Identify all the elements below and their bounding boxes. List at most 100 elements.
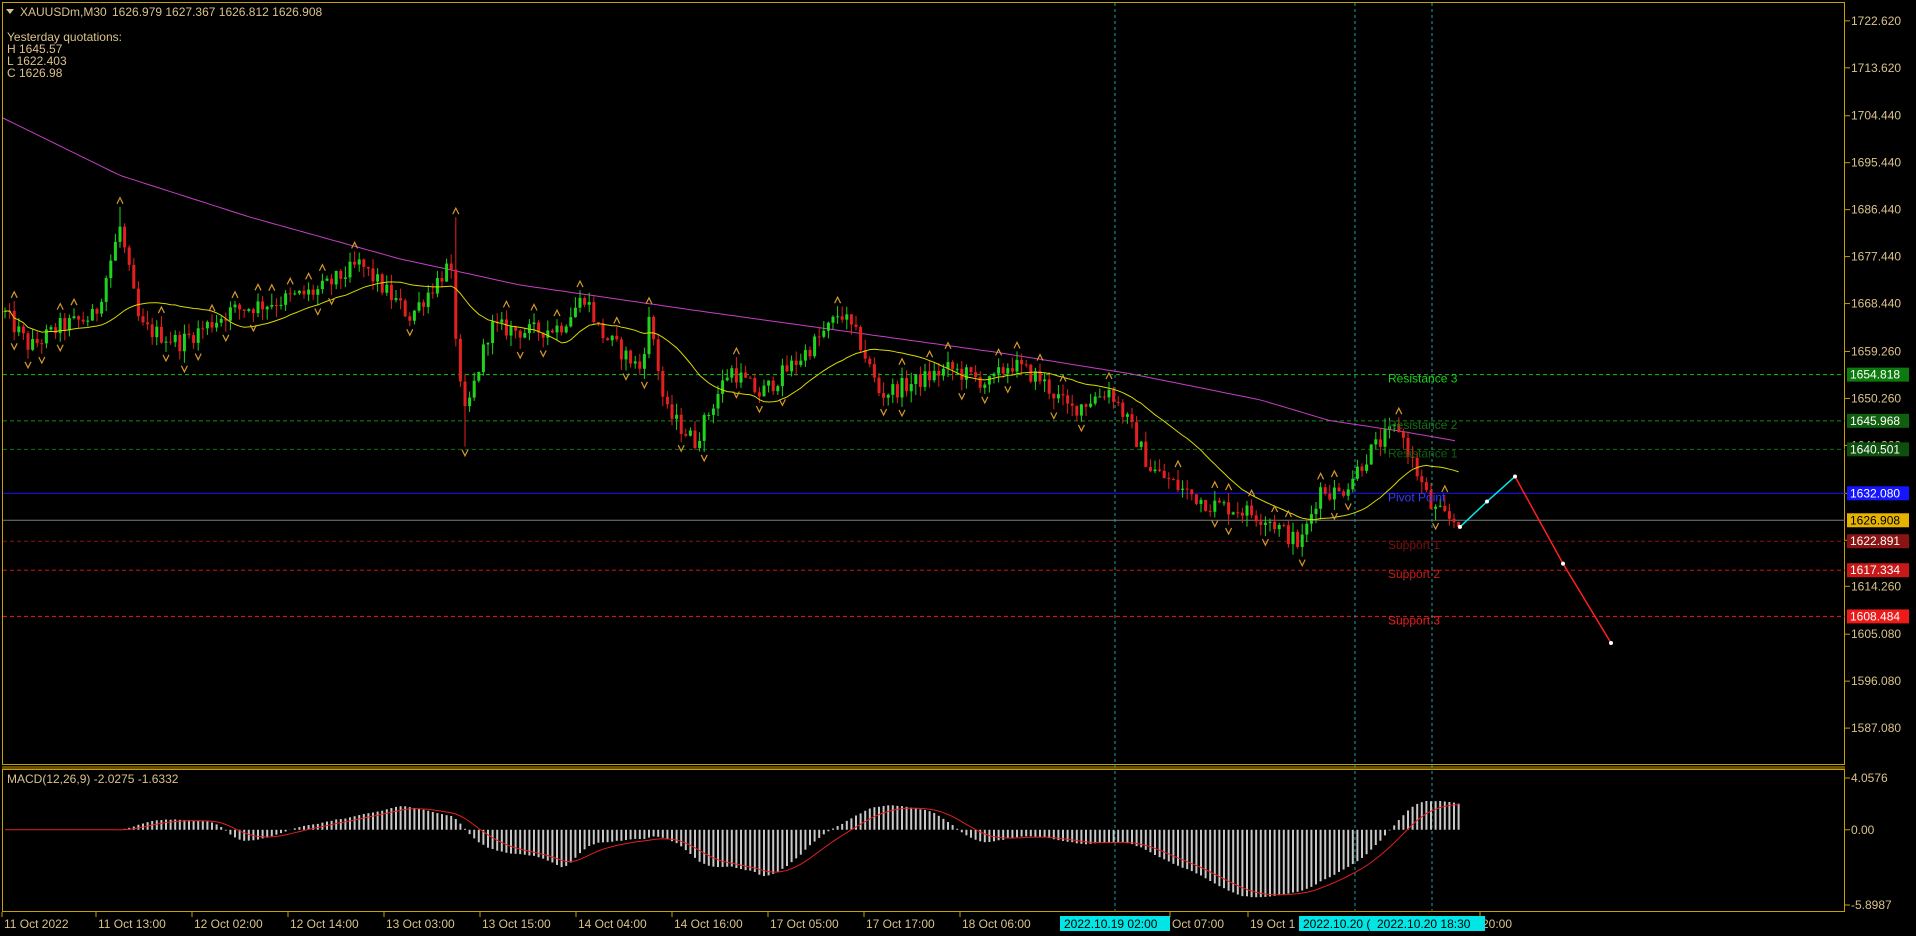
candle-body (560, 325, 564, 333)
candle-body (1167, 478, 1171, 480)
price-tick-label: 1587.080 (1851, 721, 1901, 735)
candle-body (1153, 469, 1157, 472)
candle-body (596, 322, 600, 324)
candle-body (1438, 505, 1442, 507)
candle-body (182, 333, 186, 352)
candle-body (330, 278, 334, 285)
candle-body (1070, 403, 1074, 406)
fractal-down-icon (677, 444, 685, 453)
candle-body (279, 304, 283, 306)
candle-body (1056, 394, 1060, 399)
fractal-up-icon (530, 303, 538, 311)
price-tick-label: 1605.080 (1851, 627, 1901, 641)
candle-body (1300, 534, 1304, 547)
candle-body (1360, 466, 1364, 471)
fractal-down-icon (700, 454, 708, 463)
fractal-up-icon (1105, 371, 1113, 380)
forecast-node (1513, 474, 1517, 479)
candle-body (679, 414, 683, 434)
candle-body (1332, 487, 1336, 500)
candle-body (1227, 502, 1231, 515)
candle-body (1273, 521, 1277, 530)
candle-body (583, 297, 587, 305)
candle-body (532, 322, 536, 325)
candle-body (31, 339, 35, 350)
candle-body (284, 293, 288, 305)
candle-body (104, 278, 108, 302)
candle-body (21, 326, 25, 334)
price-tick-label: 1695.440 (1851, 156, 1901, 170)
candle-body (1006, 368, 1010, 374)
candle-body (297, 290, 301, 294)
candlestick-series[interactable] (3, 206, 1461, 557)
candle-body (247, 309, 251, 311)
candle-body (412, 310, 416, 321)
candle-body (606, 338, 610, 341)
macd-pane-frame (2, 769, 1845, 912)
candle-body (357, 259, 361, 265)
candle-body (1277, 524, 1281, 530)
fractal-up-icon (553, 308, 561, 317)
candle-body (449, 263, 453, 270)
fractal-up-icon (1330, 469, 1338, 478)
price-tick-label: 1668.440 (1851, 297, 1901, 311)
candle-body (1162, 470, 1166, 479)
candle-body (1434, 506, 1438, 509)
price-badge-label: 1640.501 (1850, 442, 1900, 456)
candle-body (311, 289, 315, 295)
candle-body (17, 326, 21, 333)
forecast-node (1458, 524, 1462, 529)
trading-chart-canvas[interactable]: Resistance 3 Resistance 2 Resistance 1 Pivo… (0, 0, 1916, 936)
fractal-up-icon (254, 282, 262, 291)
candle-body (836, 316, 840, 318)
candle-body (872, 364, 876, 378)
fractal-down-icon (1050, 412, 1058, 420)
fractal-up-icon (502, 299, 510, 308)
candle-body (868, 358, 872, 365)
price-badge-label: 1617.334 (1850, 563, 1900, 577)
fractal-down-icon (539, 350, 547, 358)
candle-body (983, 384, 987, 388)
macd-label: MACD(12,26,9) -2.0275 -1.6332 (7, 772, 179, 786)
candle-body (633, 361, 637, 364)
candle-body (665, 396, 669, 405)
candle-body (1309, 514, 1313, 524)
candle-body (348, 261, 352, 278)
candle-body (757, 392, 761, 397)
candle-body (454, 269, 458, 339)
candle-body (458, 338, 462, 382)
candle-body (1084, 404, 1088, 407)
level-label: Resistance 3 (1388, 372, 1458, 386)
candle-body (509, 326, 513, 336)
fractal-down-icon (1077, 424, 1085, 433)
fractal-down-icon (10, 343, 18, 351)
fractal-down-icon (1432, 522, 1440, 531)
candle-body (721, 380, 725, 394)
candle-body (169, 341, 173, 343)
candle-body (40, 343, 44, 345)
candle-body (35, 339, 39, 344)
candle-body (164, 341, 168, 343)
candle-body (1378, 439, 1382, 447)
candle-body (417, 302, 421, 311)
candle-body (504, 319, 508, 336)
candle-body (1401, 431, 1405, 438)
candle-body (886, 394, 890, 398)
candle-body (1148, 466, 1152, 472)
candle-body (610, 335, 614, 341)
candle-body (463, 381, 467, 407)
candle-body (1259, 521, 1263, 525)
candle-body (274, 304, 278, 306)
symbol-label[interactable]: XAUUSDm,M30 (20, 5, 107, 19)
candle-body (601, 323, 605, 339)
dropdown-triangle-icon[interactable] (6, 9, 14, 14)
price-tick-label: 1722.620 (1851, 14, 1901, 28)
candle-body (1383, 429, 1387, 447)
fractal-down-icon (1344, 503, 1352, 511)
level-label: Support 1 (1388, 538, 1440, 552)
candle-body (334, 270, 338, 285)
chart-header: XAUUSDm,M30 1626.979 1627.367 1626.812 1… (6, 5, 323, 80)
fractal-up-icon (576, 279, 584, 288)
candle-body (592, 302, 596, 323)
candle-body (859, 327, 863, 351)
